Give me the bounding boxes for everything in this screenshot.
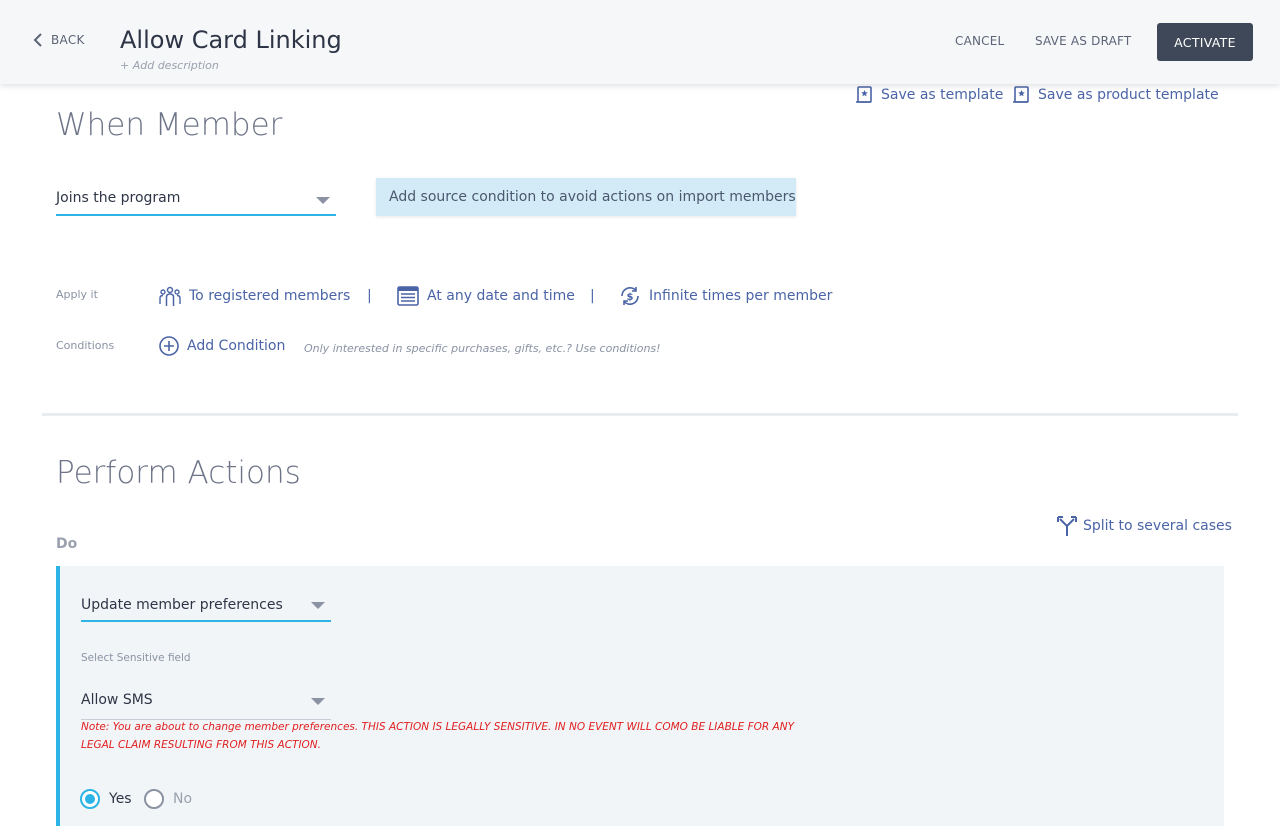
page-title: Allow Card Linking [120, 26, 342, 54]
radio-yes[interactable]: Yes [80, 789, 132, 809]
chevron-left-icon [33, 33, 42, 47]
product-template-icon [1013, 86, 1029, 103]
radio-no-label: No [173, 791, 193, 807]
top-header: BACK Allow Card Linking + Add descriptio… [0, 0, 1280, 84]
legal-warning-note: Note: You are about to change member pre… [81, 721, 795, 751]
perform-actions-title: Perform Actions [56, 455, 301, 491]
add-description-link[interactable]: + Add description [120, 59, 219, 72]
sensitive-field-label: Select Sensitive field [81, 652, 191, 664]
conditions-label: Conditions [56, 339, 115, 352]
date-time-link[interactable]: At any date and time [396, 284, 575, 308]
activate-button[interactable]: ACTIVATE [1157, 23, 1253, 61]
action-select-value: Update member preferences [81, 597, 283, 613]
registered-members-link[interactable]: To registered members [158, 284, 350, 308]
svg-text:$: $ [627, 292, 634, 303]
split-cases-label: Split to several cases [1083, 518, 1232, 534]
save-as-draft-button[interactable]: SAVE AS DRAFT [1035, 34, 1131, 48]
apply-it-label: Apply it [56, 288, 98, 301]
do-label: Do [56, 536, 78, 552]
separator: | [367, 288, 372, 304]
sensitive-field-select[interactable]: Allow SMS [81, 686, 331, 720]
split-icon [1057, 516, 1077, 536]
sensitive-field-value: Allow SMS [81, 692, 153, 708]
radio-yes-label: Yes [109, 791, 132, 807]
action-select[interactable]: Update member preferences [81, 590, 331, 622]
save-as-template-label: Save as template [881, 87, 1004, 103]
times-per-member-label: Infinite times per member [649, 288, 833, 304]
save-as-template-link[interactable]: Save as template [855, 85, 1003, 105]
cancel-button[interactable]: CANCEL [955, 34, 1004, 48]
radio-unchecked-icon [144, 789, 164, 809]
source-condition-hint[interactable]: Add source condition to avoid actions on… [376, 178, 796, 216]
registered-members-label: To registered members [189, 288, 351, 304]
members-icon [159, 286, 181, 306]
conditions-hint: Only interested in specific purchases, g… [304, 342, 661, 355]
save-as-product-template-label: Save as product template [1038, 87, 1219, 103]
back-label: BACK [51, 33, 85, 47]
recurring-dollar-icon: $ [621, 286, 639, 306]
trigger-select[interactable]: Joins the program [56, 182, 336, 216]
calendar-icon [397, 286, 419, 306]
add-condition-label: Add Condition [187, 338, 286, 354]
caret-down-icon [316, 197, 330, 204]
split-cases-link[interactable]: Split to several cases [1057, 515, 1232, 537]
radio-checked-icon [80, 789, 100, 809]
back-button[interactable]: BACK [33, 33, 85, 47]
radio-no[interactable]: No [144, 789, 192, 809]
times-per-member-link[interactable]: $ Infinite times per member [618, 284, 832, 308]
separator: | [590, 288, 595, 304]
when-member-title: When Member [56, 107, 283, 143]
template-icon [856, 86, 872, 103]
caret-down-icon [311, 602, 325, 609]
add-condition-button[interactable]: Add Condition [158, 335, 285, 357]
section-divider [42, 413, 1238, 416]
trigger-select-value: Joins the program [56, 190, 181, 206]
date-time-label: At any date and time [427, 288, 575, 304]
caret-down-icon [311, 698, 325, 705]
plus-circle-icon [159, 336, 179, 356]
save-as-product-template-link[interactable]: Save as product template [1012, 85, 1219, 105]
